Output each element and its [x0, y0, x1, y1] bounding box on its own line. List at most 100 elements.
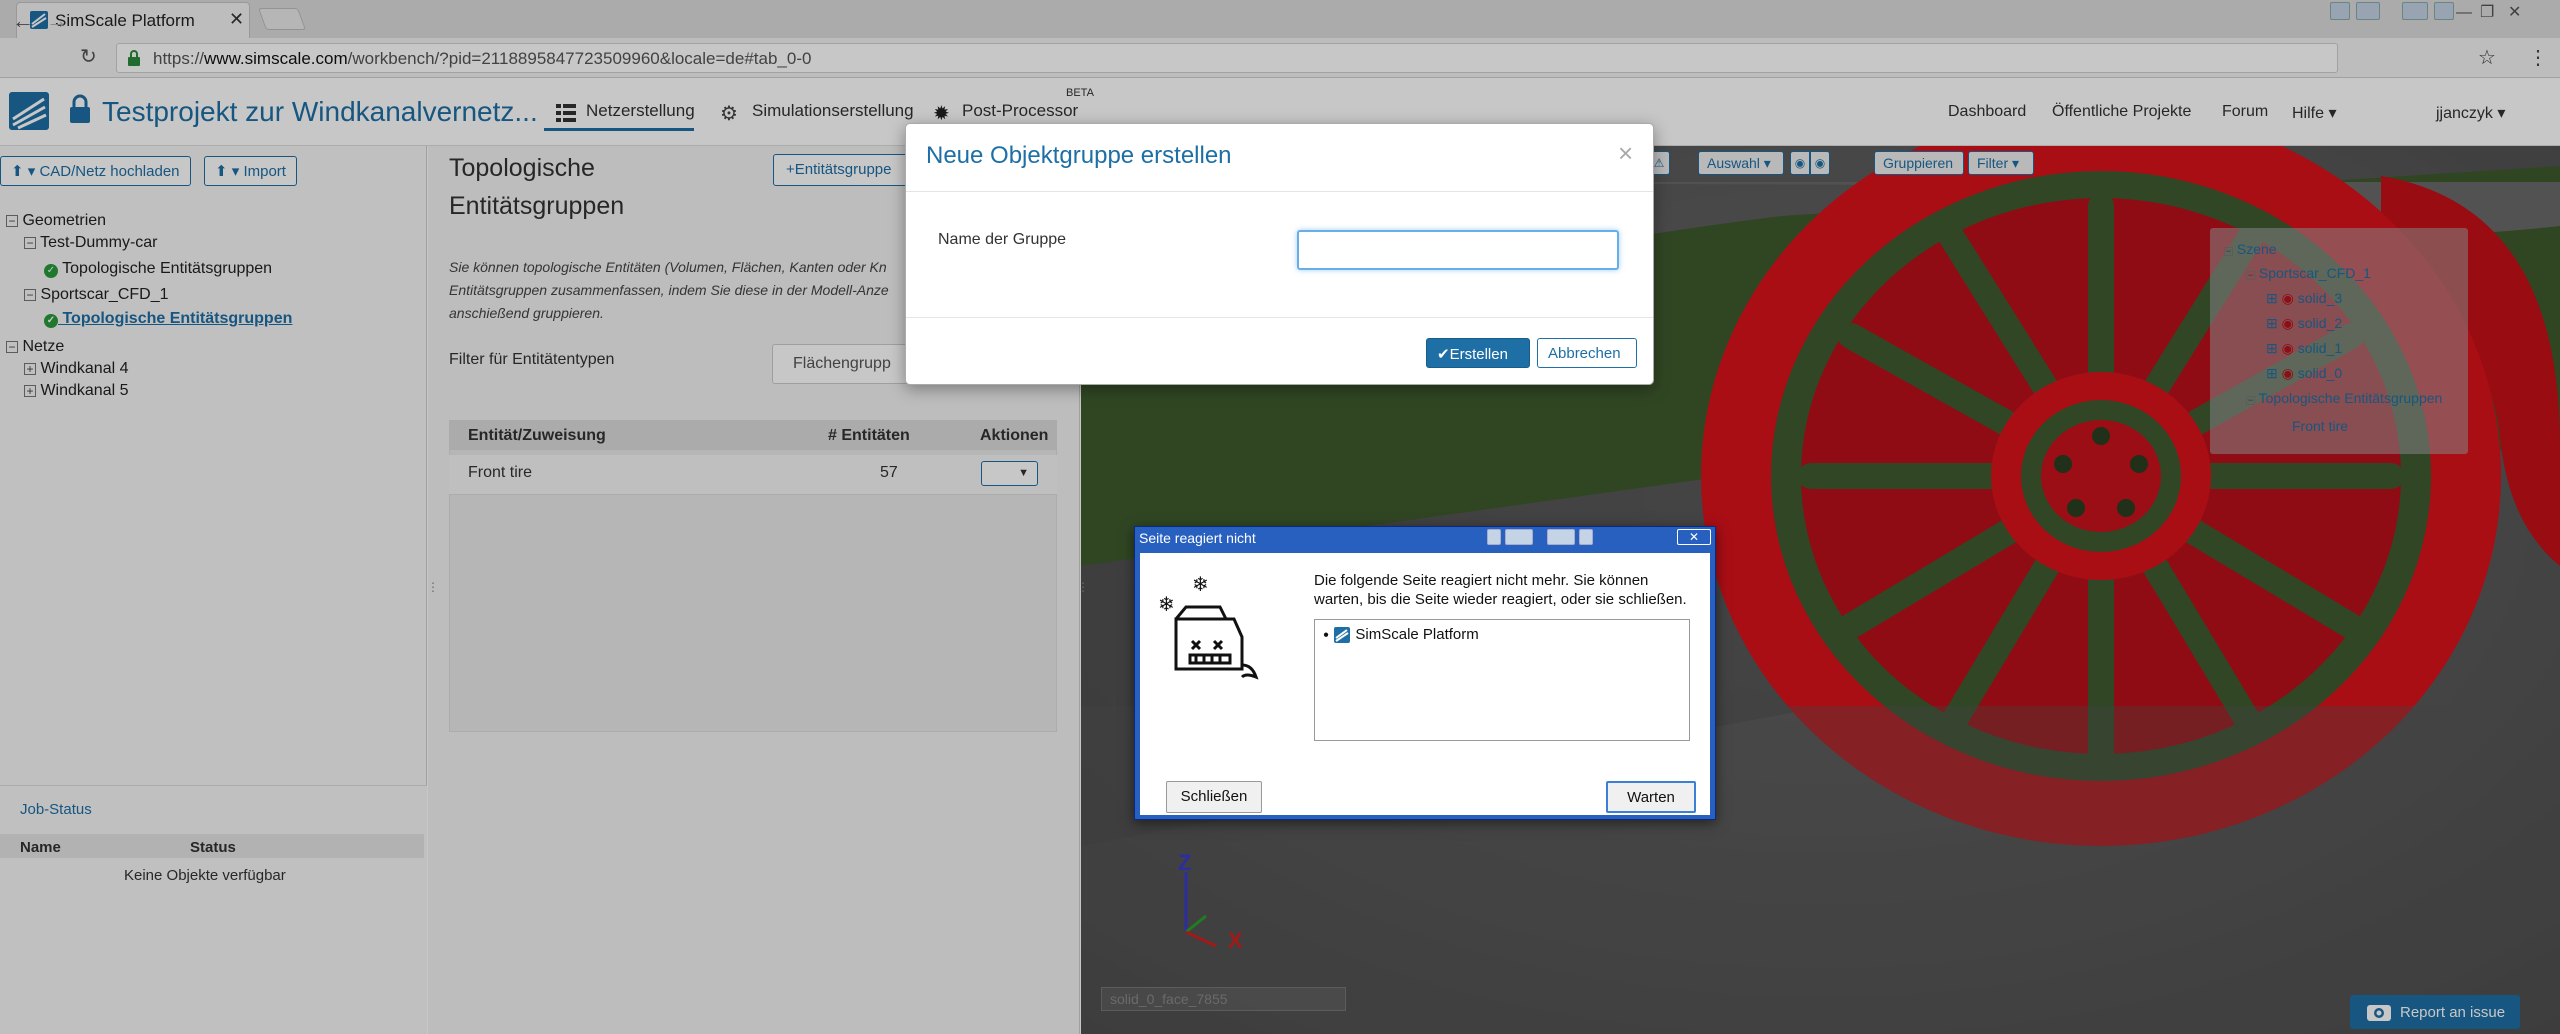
row-actions-dropdown[interactable]: ▼	[981, 461, 1038, 486]
window-extension-icon[interactable]	[2434, 2, 2454, 20]
collapse-icon[interactable]: −	[6, 215, 18, 227]
window-extension-icon[interactable]	[1505, 529, 1533, 545]
filter-dropdown[interactable]: Filter ▾	[1968, 151, 2034, 175]
modal-close-icon[interactable]: ×	[1618, 138, 1633, 169]
group-button[interactable]: Gruppieren	[1874, 151, 1964, 175]
tab-mesh-creation[interactable]: Netzerstellung	[586, 101, 695, 121]
restore-icon[interactable]: ❐	[2480, 2, 2494, 22]
public-projects-link[interactable]: Öffentliche Projekte	[2052, 103, 2191, 121]
tree-meshes[interactable]: − Netze	[6, 338, 64, 356]
window-extension-icon[interactable]	[2402, 2, 2428, 20]
tree-windtunnel-5[interactable]: + Windkanal 5	[24, 382, 129, 400]
window-close-icon[interactable]: ✕	[2508, 2, 2521, 22]
scene-solid[interactable]: ⊞ ◉ solid_2	[2266, 315, 2342, 332]
dialog-title: Seite reagiert nicht	[1139, 530, 1256, 546]
new-group-modal: Neue Objektgruppe erstellen × Name der G…	[905, 123, 1654, 385]
browser-menu-icon[interactable]: ⋮	[2528, 45, 2548, 70]
user-menu[interactable]: jjanczyk ▾	[2436, 103, 2505, 123]
window-extension-icon[interactable]	[2356, 2, 2380, 20]
eye-icon[interactable]: ◉	[2282, 340, 2294, 356]
hovered-face-label: solid_0_face_7855	[1101, 987, 1346, 1011]
collapse-icon[interactable]: −	[2246, 271, 2255, 280]
beta-badge: BETA	[1066, 87, 1094, 99]
scene-solid[interactable]: ⊞ ◉ solid_1	[2266, 340, 2342, 357]
minimize-icon[interactable]: —	[2456, 4, 2472, 22]
collapse-icon[interactable]: −	[6, 341, 18, 353]
panel-splitter[interactable]: ⋮	[427, 580, 439, 594]
collapse-icon[interactable]: −	[2224, 247, 2233, 256]
report-issue-button[interactable]: Report an issue	[2350, 995, 2520, 1029]
import-button[interactable]: ⬆ ▾ Import	[204, 156, 297, 186]
collapse-icon[interactable]: −	[24, 289, 36, 301]
eye-icon[interactable]: ◉	[2282, 315, 2294, 331]
eye-icon[interactable]: ◉	[2282, 290, 2294, 306]
tab-simulation-setup[interactable]: Simulationserstellung	[752, 101, 914, 121]
window-extension-icon[interactable]	[2330, 2, 2350, 20]
reload-icon[interactable]: ↻	[80, 44, 97, 69]
tree-geometries[interactable]: − Geometrien	[6, 212, 106, 230]
col-actions: Aktionen	[980, 427, 1049, 444]
job-col-status: Status	[190, 839, 236, 856]
scene-solid[interactable]: ⊞ ◉ solid_3	[2266, 290, 2342, 307]
tab-title: SimScale Platform	[55, 11, 195, 30]
tree-dummy-groups[interactable]: ✓ Topologische Entitätsgruppen	[44, 260, 272, 278]
wait-button[interactable]: Warten	[1606, 781, 1696, 813]
panel-splitter[interactable]: ⋮	[1077, 580, 1089, 594]
frozen-page-icon: ❄ ❄	[1156, 569, 1266, 689]
back-icon[interactable]: ←	[12, 8, 34, 34]
eye-icon[interactable]: ◉	[2282, 365, 2294, 381]
window-extension-icon[interactable]	[1579, 529, 1593, 545]
gears-icon: ⚙	[720, 103, 738, 125]
expand-icon[interactable]: +	[24, 363, 36, 375]
add-entity-group-button[interactable]: +Entitätsgruppe	[773, 154, 913, 186]
tab-post-processor[interactable]: Post-Processor	[962, 101, 1078, 121]
project-title[interactable]: Testprojekt zur Windkanalvernetz...	[102, 96, 538, 128]
tree-windtunnel-4[interactable]: + Windkanal 4	[24, 360, 129, 378]
job-status-title: Job-Status	[20, 801, 92, 818]
job-empty-text: Keine Objekte verfügbar	[124, 867, 286, 884]
table-row[interactable]	[449, 455, 1057, 495]
scene-model[interactable]: − Sportscar_CFD_1	[2246, 265, 2371, 281]
tree-sportscar-groups[interactable]: ✓ Topologische Entitätsgruppen	[44, 310, 292, 328]
unresponsive-pages-list[interactable]: ● SimScale Platform	[1314, 619, 1690, 741]
close-page-button[interactable]: Schließen	[1166, 781, 1262, 813]
group-name-input[interactable]	[1297, 230, 1619, 270]
scene-group-item[interactable]: Front tire	[2292, 418, 2348, 434]
tree-sportscar[interactable]: − Sportscar_CFD_1	[24, 286, 169, 304]
panel-title-line1: Topologische	[449, 154, 595, 182]
window-extension-icon[interactable]	[1487, 529, 1501, 545]
camera-icon	[2366, 1001, 2392, 1023]
page-unresponsive-dialog: Seite reagiert nicht ✕ ❄ ❄ Die folgende S…	[1134, 526, 1716, 820]
scene-solid[interactable]: ⊞ ◉ solid_0	[2266, 365, 2342, 382]
scene-root[interactable]: − Szene	[2224, 241, 2277, 257]
modal-header: Neue Objektgruppe erstellen ×	[906, 124, 1653, 192]
scene-groups[interactable]: − Topologische Entitätsgruppen	[2246, 390, 2442, 406]
eye-icon[interactable]: ◉	[1790, 151, 1810, 175]
cancel-button[interactable]: Abbrechen	[1537, 338, 1637, 368]
expand-icon[interactable]: +	[24, 385, 36, 397]
window-extension-icon[interactable]	[1547, 529, 1575, 545]
bookmark-star-icon[interactable]: ☆	[2478, 45, 2496, 70]
simscale-logo-icon[interactable]	[8, 91, 50, 131]
collapse-icon[interactable]: −	[24, 237, 36, 249]
forward-icon[interactable]: →	[46, 8, 68, 34]
selection-dropdown[interactable]: Auswahl ▾	[1698, 151, 1784, 175]
url-bar[interactable]: https://www.simscale.com/workbench/?pid=…	[116, 43, 2338, 73]
create-button[interactable]: ✔Erstellen	[1426, 338, 1530, 368]
list-item[interactable]: ● SimScale Platform	[1323, 626, 1479, 644]
tree-dummy-car[interactable]: − Test-Dummy-car	[24, 234, 158, 252]
secure-lock-icon	[127, 50, 141, 66]
dashboard-link[interactable]: Dashboard	[1948, 103, 2026, 121]
tab-close-icon[interactable]: ✕	[229, 9, 244, 30]
dialog-close-icon[interactable]: ✕	[1677, 529, 1711, 545]
modal-title: Neue Objektgruppe erstellen	[926, 142, 1232, 169]
new-tab-button[interactable]	[257, 8, 307, 30]
eye-icon[interactable]: ◉	[1810, 151, 1830, 175]
collapse-icon[interactable]: −	[2246, 396, 2255, 405]
active-tab-underline	[544, 128, 694, 131]
forum-link[interactable]: Forum	[2222, 103, 2268, 121]
dialog-body: ❄ ❄ Die folgende Seite reagiert nicht meh…	[1140, 553, 1710, 815]
row-name: Front tire	[468, 464, 533, 481]
cad-upload-button[interactable]: ⬆ ▾ CAD/Netz hochladen	[0, 156, 191, 186]
help-menu[interactable]: Hilfe ▾	[2292, 103, 2337, 123]
